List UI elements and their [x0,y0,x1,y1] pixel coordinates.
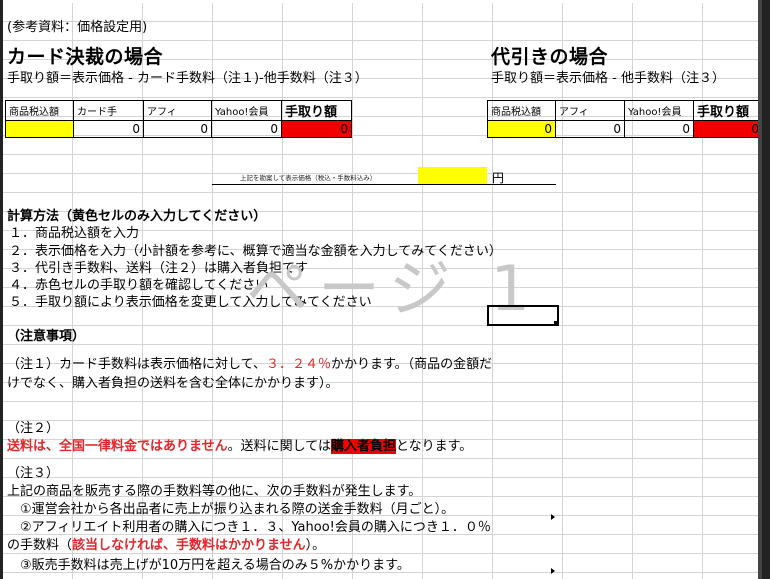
note1-text-a: （注１）カード手数料は表示価格に対して、 [7,357,266,372]
spreadsheet-sheet[interactable]: (参考資料：価格設定用) カード決裁の場合 手取り額＝表示価格 - カード手数料… [0,0,770,579]
cod-col-net: 手取り額 [693,100,763,121]
cod-formula: 手取り額＝表示価格 - 他手数料（注３） [491,71,725,86]
display-price-input-cell[interactable] [418,167,487,184]
note3-line5: ③販売手数料は売上げが10万円を超える場合のみ５%かかります。 [20,558,410,573]
card-yahoo-cell[interactable]: 0 [211,120,282,138]
note-indicator-icon [551,568,555,574]
display-price-unit: 円 [492,171,505,185]
note1-line1: （注１）カード手数料は表示価格に対して、３．２４％かかります。（商品の金額だ [7,353,492,372]
cod-table: 商品税込額 アフィ Yahoo!会員 手取り額 0 0 0 0 [487,100,763,138]
card-col-net: 手取り額 [281,100,352,121]
display-price-input-underline [418,184,556,185]
note1-rate: ３．２４％ [265,357,331,372]
note3-label: （注３） [7,466,60,481]
display-price-underline [212,184,418,185]
cod-col-affiliate: アフィ [555,100,625,121]
note1-text-b: かかります。（商品の金額だ [330,357,493,372]
card-price-input-cell[interactable] [5,120,74,138]
card-title: カード決裁の場合 [7,46,164,68]
display-price-label: 上記を勘案して表示価格（税込・手数料込み） [240,174,377,182]
reference-label: (参考資料：価格設定用) [7,20,148,35]
window-frame-right [762,0,770,579]
method-step-1: １．商品税込額を入力 [9,226,140,241]
card-table: 商品税込額 カード手 アフィ Yahoo!会員 手取り額 0 0 0 0 [5,100,352,138]
card-col-yahoo: Yahoo!会員 [211,100,282,121]
note3-line3: ②アフィリエイト利用者の購入につき１．３、Yahoo!会員の購入につき１．０％ [20,520,491,535]
card-formula: 手取り額＝表示価格 - カード手数料（注１)-他手数料（注３） [7,71,368,86]
notes-title: （注意事項） [7,329,86,344]
note2-text-end: となります。 [396,439,473,454]
cod-yahoo-cell[interactable]: 0 [624,120,694,138]
note2-shipping-warning: 送料は、全国一律料金ではありません [7,439,228,454]
selected-cell[interactable] [487,305,559,326]
cod-title: 代引きの場合 [491,46,609,68]
cod-net-cell[interactable]: 0 [693,120,763,138]
card-col-price: 商品税込額 [5,100,74,121]
note1-line2: けでなく、購入者負担の送料を含む全体にかかります）。 [7,376,339,391]
card-fee-cell[interactable]: 0 [73,120,144,138]
note2-line: 送料は、全国一律料金ではありません。送料に関しては購入者負担となります。 [7,435,472,454]
note2-buyer-pays: 購入者負担 [330,439,396,454]
cod-affiliate-cell[interactable]: 0 [555,120,625,138]
cod-col-yahoo: Yahoo!会員 [624,100,694,121]
fill-handle[interactable] [554,321,559,326]
cod-col-price: 商品税込額 [487,100,556,121]
card-net-cell[interactable]: 0 [281,120,352,138]
note3-line4: の手数料（該当しなければ、手数料はかかりません）。 [7,534,325,553]
top-edge [3,0,763,3]
card-col-card-fee: カード手 [73,100,144,121]
card-affiliate-cell[interactable]: 0 [143,120,212,138]
note3-line2: ①運営会社から各出品者に売上が振り込まれる際の送金手数料（月ごと）。 [20,502,455,517]
note3-no-fee: 該当しなければ、手数料はかかりません [72,538,306,553]
card-col-affiliate: アフィ [143,100,212,121]
note3-text-a: の手数料（ [7,538,73,553]
cod-price-input-cell[interactable]: 0 [487,120,556,138]
window-frame-left [0,0,3,579]
note2-label: （注２） [7,421,60,436]
note-indicator-icon [551,514,555,520]
note2-text-mid: 。送料に関しては [227,439,331,454]
note3-text-b: ）。 [305,538,326,553]
note3-line1: 上記の商品を販売する際の手数料等の他に、次の手数料が発生します。 [7,484,422,499]
